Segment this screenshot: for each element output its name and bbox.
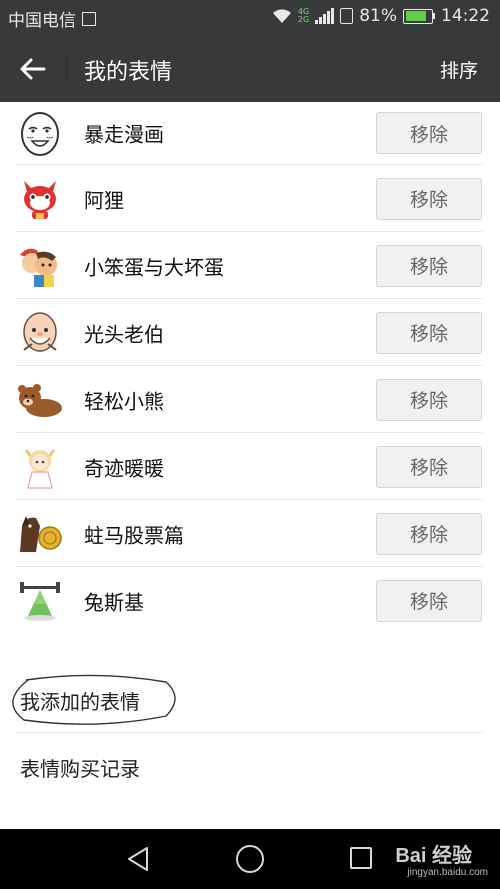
bald-old-man-icon [16,309,64,357]
red-fox-icon [16,175,64,223]
remove-button[interactable]: 移除 [376,512,482,555]
status-left: 中国电信 [8,6,96,31]
list-item: 小笨蛋与大坏蛋 移除 [0,232,500,299]
page-title: 我的表情 [84,60,173,85]
rage-comic-face-icon [16,110,64,158]
sim-card-icon [82,11,96,26]
app-bar-divider [66,57,67,81]
list-item: 蛀马股票篇 移除 [0,500,500,567]
back-button[interactable] [16,52,50,86]
status-bar: 中国电信 4G 2G 81% 14:22 [0,0,500,35]
battery-percent: 81% [359,6,397,26]
nav-back-icon[interactable] [126,846,150,872]
nav-home-icon[interactable] [236,845,264,873]
remove-button[interactable]: 移除 [376,378,482,421]
clock: 14:22 [441,6,490,26]
section-divider [16,732,482,733]
sticker-name: 兔斯基 [84,590,144,614]
signal-icon [315,8,335,24]
remove-button[interactable]: 移除 [376,112,482,154]
purchase-history-link[interactable]: 表情购买记录 [20,753,140,782]
arrow-left-icon [20,58,46,80]
list-item: 兔斯基 移除 [0,567,500,634]
list-item: 轻松小熊 移除 [0,366,500,433]
sim-card-2-icon [340,8,354,24]
status-right: 4G 2G 81% 14:22 [272,6,490,26]
sticker-list: 暴走漫画 移除 阿狸 移除 小笨蛋与大坏蛋 移除 光头老伯 移除 轻松小熊 移除… [0,102,500,634]
sticker-name: 光头老伯 [84,322,164,346]
list-item: 光头老伯 移除 [0,299,500,366]
remove-button[interactable]: 移除 [376,177,482,220]
nav-recent-apps-icon[interactable] [350,847,372,869]
remove-button[interactable]: 移除 [376,311,482,354]
remove-button[interactable]: 移除 [376,244,482,287]
sticker-name: 小笨蛋与大坏蛋 [84,255,224,279]
remove-button[interactable]: 移除 [376,579,482,622]
relax-bear-icon [16,376,64,424]
sticker-name: 轻松小熊 [84,389,164,413]
my-added-stickers-label: 我添加的表情 [20,690,140,714]
carrier-label: 中国电信 [8,11,76,31]
sticker-name: 蛀马股票篇 [84,523,184,547]
list-item: 奇迹暖暖 移除 [0,433,500,500]
cartoon-couple-icon [16,242,64,290]
green-bunny-icon [16,577,64,625]
remove-button[interactable]: 移除 [376,445,482,488]
battery-icon [403,8,435,24]
anime-girl-icon [16,443,64,491]
my-added-stickers-link[interactable]: 我添加的表情 [6,672,182,728]
list-item: 暴走漫画 移除 [0,102,500,165]
horse-with-coin-icon [16,510,64,558]
watermark-brand: Bai 经验 [395,845,472,867]
system-nav-bar: Bai 经验 jingyan.baidu.com [0,829,500,889]
sticker-name: 暴走漫画 [84,122,164,147]
sticker-name: 阿狸 [84,188,124,212]
watermark-url: jingyan.baidu.com [407,867,488,878]
sticker-name: 奇迹暖暖 [84,456,164,480]
sort-button[interactable]: 排序 [440,56,478,83]
network-type-icon: 4G 2G [297,7,310,24]
list-item: 阿狸 移除 [0,165,500,232]
app-bar: 我的表情 排序 [0,35,500,102]
wifi-icon [272,9,291,23]
